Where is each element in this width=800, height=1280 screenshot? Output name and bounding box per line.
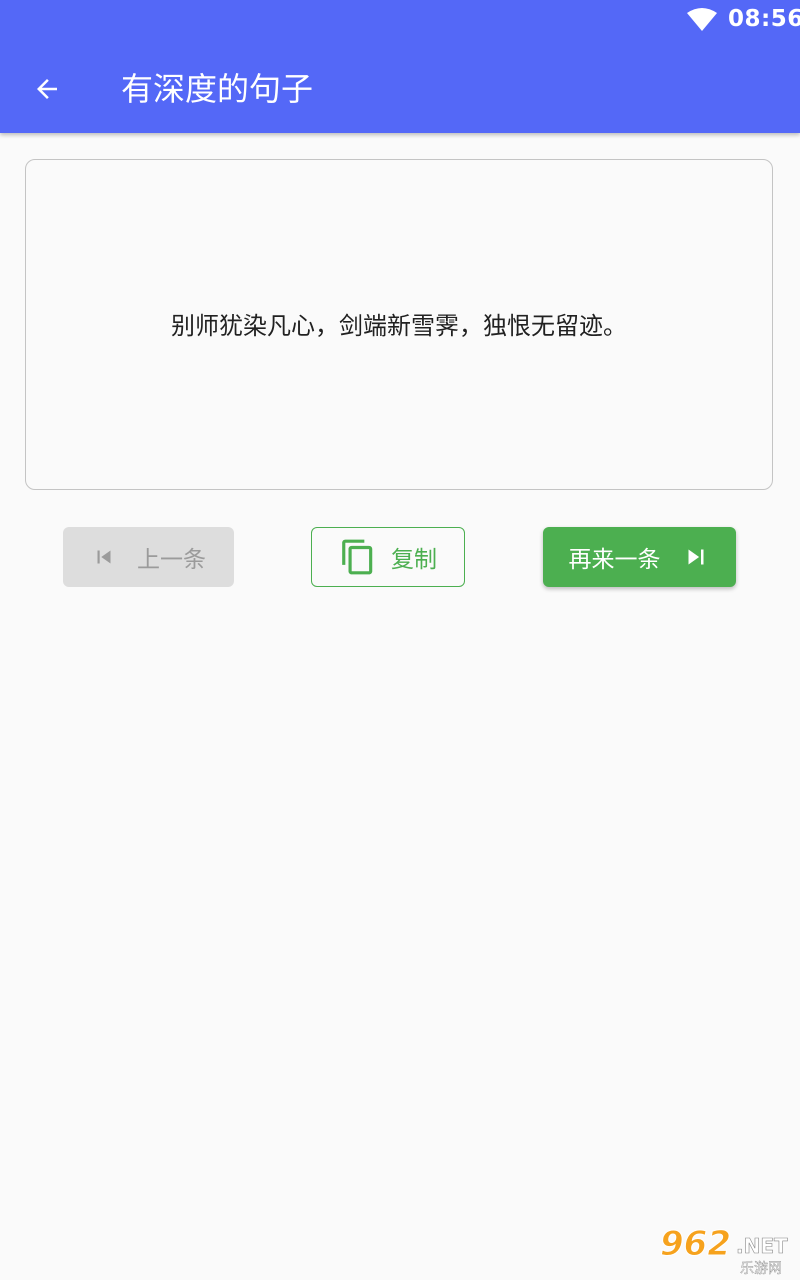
- page-title: 有深度的句子: [121, 70, 314, 108]
- watermark-suffix: .NET: [736, 1234, 788, 1259]
- next-button-label: 再来一条: [568, 547, 661, 573]
- skip-next-icon: [681, 542, 711, 572]
- arrow-left-icon: [37, 79, 57, 99]
- quote-card: 别师犹染凡心，剑端新雪霁，独恨无留迹。: [25, 159, 773, 490]
- skip-previous-icon: [91, 544, 117, 570]
- previous-button-label: 上一条: [137, 547, 206, 573]
- app-bar: 08:56 有深度的句子: [0, 0, 800, 133]
- copy-icon: [339, 538, 377, 576]
- wifi-icon: [687, 8, 717, 31]
- status-time: 08:56: [728, 6, 800, 32]
- copy-button[interactable]: 复制: [311, 527, 465, 587]
- watermark-main: 962: [660, 1224, 732, 1264]
- previous-button[interactable]: 上一条: [63, 527, 234, 587]
- back-button[interactable]: [24, 66, 70, 112]
- quote-text: 别师犹染凡心，剑端新雪霁，独恨无留迹。: [171, 312, 627, 340]
- watermark-subtitle: 乐游网: [740, 1261, 782, 1277]
- status-bar: 08:56: [0, 0, 800, 40]
- next-button[interactable]: 再来一条: [543, 527, 736, 587]
- copy-button-label: 复制: [391, 547, 437, 573]
- watermark-logo: 962 .NET 乐游网: [660, 1224, 796, 1278]
